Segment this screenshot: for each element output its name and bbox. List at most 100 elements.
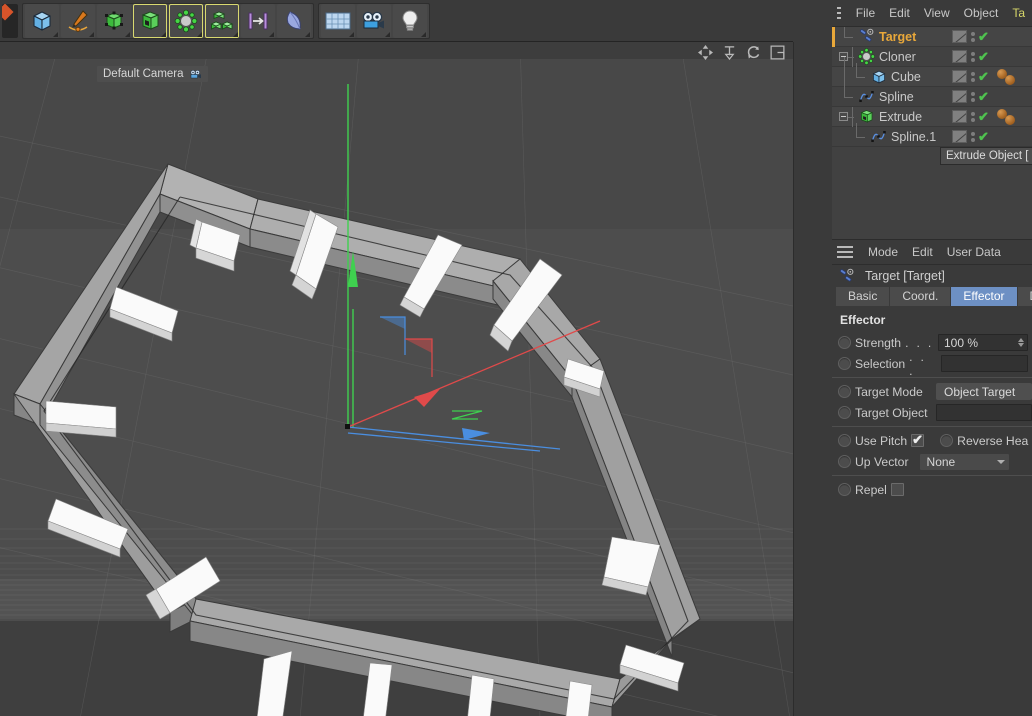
mograph-button[interactable]: [169, 3, 203, 38]
hamburger-icon[interactable]: [837, 246, 853, 258]
menu-mode[interactable]: Mode: [861, 242, 905, 262]
strength-input[interactable]: 100 %: [938, 334, 1028, 351]
menu-file[interactable]: File: [849, 3, 882, 23]
enable-dots-icon[interactable]: [970, 71, 975, 82]
cloner-button[interactable]: [205, 3, 239, 38]
target-mode-anim-dot[interactable]: [838, 385, 851, 398]
menu-user-data[interactable]: User Data: [940, 242, 1008, 262]
use-pitch-checkbox[interactable]: [911, 432, 925, 447]
object-name-cell[interactable]: Extrude: [832, 106, 932, 127]
nurbs-generator-button[interactable]: [97, 3, 131, 38]
visibility-toggle[interactable]: [952, 90, 967, 103]
attribute-object-header: Target [Target]: [832, 265, 1032, 287]
repel-checkbox[interactable]: [890, 483, 904, 496]
extrude-icon: [858, 108, 875, 125]
viewport-3d-scene[interactable]: [0, 59, 793, 716]
panel-divider[interactable]: [793, 42, 832, 716]
enable-dots-icon[interactable]: [970, 51, 975, 62]
enable-dots-icon[interactable]: [970, 31, 975, 42]
expander-toggle[interactable]: [839, 111, 848, 121]
tag-cell[interactable]: [994, 47, 1032, 67]
object-row-cloner[interactable]: Cloner ✔: [832, 46, 1032, 67]
object-name-cell[interactable]: Spline: [832, 76, 932, 107]
tab-coord[interactable]: Coord.: [890, 287, 952, 306]
reverse-heading-anim-dot[interactable]: [940, 434, 954, 447]
camera-button[interactable]: [357, 3, 391, 38]
hamburger-icon[interactable]: [837, 7, 841, 19]
object-row-spline[interactable]: Spline ✔: [832, 76, 1032, 107]
visibility-toggle[interactable]: [952, 70, 967, 83]
object-name-cell[interactable]: Cloner: [832, 46, 932, 67]
selection-anim-dot[interactable]: [838, 357, 851, 370]
menu-tags[interactable]: Ta: [1005, 3, 1032, 23]
spline-pen-button[interactable]: [61, 3, 95, 38]
enable-dots-icon[interactable]: [970, 131, 975, 142]
viewport-header: [0, 42, 793, 59]
use-pitch-anim-dot[interactable]: [838, 434, 851, 447]
object-row-target[interactable]: Target ✔: [832, 27, 1032, 47]
enable-dots-icon[interactable]: [970, 91, 975, 102]
menu-object[interactable]: Object: [957, 3, 1006, 23]
tag-cell[interactable]: [994, 107, 1032, 127]
attribute-body: Effector Strength . . . 100 % Selection …: [832, 306, 1032, 500]
up-vector-anim-dot[interactable]: [838, 455, 851, 468]
tag-cell[interactable]: [994, 67, 1032, 87]
tree-connector: [836, 122, 870, 147]
target-mode-dropdown[interactable]: Object Target: [936, 383, 1032, 400]
target-effector-icon: [858, 28, 875, 45]
menu-edit[interactable]: Edit: [882, 3, 917, 23]
pan-view-icon[interactable]: [698, 45, 713, 60]
tree-connector: [836, 106, 858, 127]
viewport[interactable]: Default Camera: [0, 42, 793, 716]
tag-cell[interactable]: [994, 87, 1032, 107]
enabled-check-icon[interactable]: ✔: [978, 70, 992, 83]
up-vector-dropdown[interactable]: None: [918, 452, 1010, 471]
rotate-view-icon[interactable]: [746, 45, 761, 60]
maximize-view-icon[interactable]: [770, 45, 785, 60]
enabled-check-icon[interactable]: ✔: [978, 50, 992, 63]
viewport-camera-label[interactable]: Default Camera: [97, 66, 208, 82]
object-row-spline-1[interactable]: Spline.1 ✔: [832, 122, 1032, 147]
enable-dots-icon[interactable]: [970, 111, 975, 122]
undo-sliver-icon[interactable]: [2, 3, 18, 38]
light-button[interactable]: [393, 3, 427, 38]
selection-input[interactable]: [940, 355, 1028, 372]
field-row-target-object: Target Object: [832, 402, 1032, 423]
object-name-cell[interactable]: Cube: [832, 56, 932, 87]
object-columns: ✔: [952, 90, 994, 103]
dolly-view-icon[interactable]: [722, 45, 737, 60]
enabled-check-icon[interactable]: ✔: [978, 30, 992, 43]
tag-dot-icon[interactable]: [1005, 74, 1015, 85]
deformer-button[interactable]: [133, 3, 167, 38]
up-vector-label: Up Vector: [855, 454, 909, 469]
enabled-check-icon[interactable]: ✔: [978, 110, 992, 123]
strength-spinner-icon[interactable]: [1018, 338, 1024, 347]
strength-anim-dot[interactable]: [838, 336, 851, 349]
tag-cell[interactable]: [994, 27, 1032, 47]
cube-primitive-button[interactable]: [25, 3, 59, 38]
enabled-check-icon[interactable]: ✔: [978, 90, 992, 103]
array-button[interactable]: [241, 3, 275, 38]
object-name-cell[interactable]: Spline.1: [832, 122, 936, 147]
repel-anim-dot[interactable]: [838, 483, 851, 496]
visibility-toggle[interactable]: [952, 110, 967, 123]
hair-button[interactable]: [277, 3, 311, 38]
visibility-toggle[interactable]: [952, 50, 967, 63]
tag-dot-icon[interactable]: [1005, 114, 1015, 125]
object-row-cube[interactable]: Cube ✔: [832, 56, 1032, 87]
tab-effector[interactable]: Effector: [951, 287, 1018, 306]
visibility-toggle[interactable]: [952, 30, 967, 43]
menu-edit[interactable]: Edit: [905, 242, 940, 262]
tag-cell[interactable]: [994, 127, 1032, 147]
target-object-anim-dot[interactable]: [838, 406, 851, 419]
target-object-input[interactable]: [936, 404, 1032, 421]
enabled-check-icon[interactable]: ✔: [978, 130, 992, 143]
tab-deformer[interactable]: Defo: [1017, 287, 1032, 306]
object-row-extrude[interactable]: Extrude ✔: [832, 106, 1032, 127]
object-name-cell[interactable]: Target: [832, 27, 932, 47]
visibility-toggle[interactable]: [952, 130, 967, 143]
menu-view[interactable]: View: [917, 3, 957, 23]
object-manager[interactable]: Target ✔ Cloner ✔ Cube ✔ Spline ✔ Extrud…: [832, 27, 1032, 239]
environment-floor-button[interactable]: [321, 3, 355, 38]
tab-basic[interactable]: Basic: [836, 287, 891, 306]
